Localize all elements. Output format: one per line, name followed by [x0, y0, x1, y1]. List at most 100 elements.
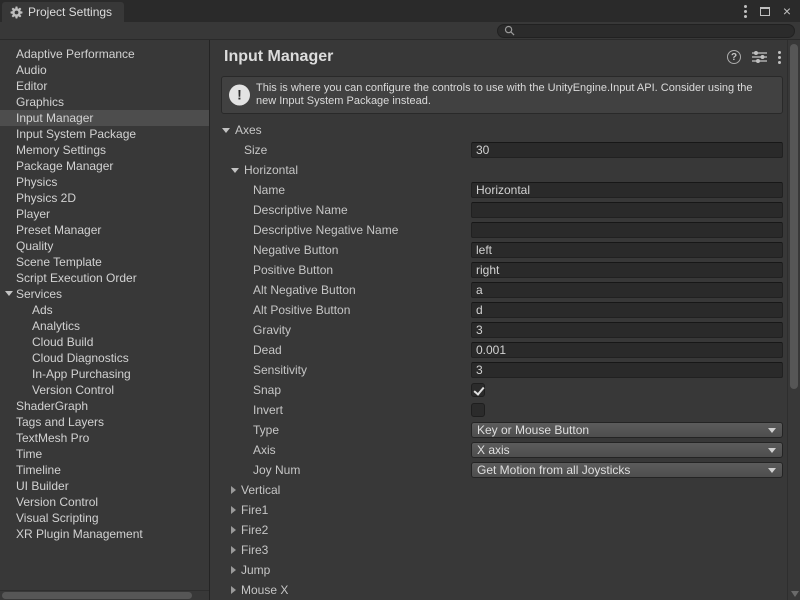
sidebar-item-input-system-package[interactable]: Input System Package [0, 126, 209, 142]
sidebar-item-player[interactable]: Player [0, 206, 209, 222]
foldout-label[interactable]: Jump [241, 563, 270, 577]
row-label-area: Gravity [210, 320, 291, 340]
descriptive-name-field[interactable] [471, 202, 783, 218]
axis-dropdown[interactable]: X axis [471, 442, 783, 458]
sidebar-item-preset-manager[interactable]: Preset Manager [0, 222, 209, 238]
row-label-area: Fire3 [210, 540, 268, 560]
sidebar-item-shadergraph[interactable]: ShaderGraph [0, 398, 209, 414]
descriptive-negative-name-field[interactable] [471, 222, 783, 238]
type-dropdown[interactable]: Key or Mouse Button [471, 422, 783, 438]
close-icon[interactable] [783, 4, 791, 18]
sidebar-item-label: UI Builder [16, 479, 69, 493]
foldout-label[interactable]: Fire3 [241, 543, 268, 557]
row-value: 3 [471, 322, 783, 338]
sidebar-item-visual-scripting[interactable]: Visual Scripting [0, 510, 209, 526]
row-descriptive-negative-name: Descriptive Negative Name [210, 220, 787, 240]
alt-positive-button-field[interactable]: d [471, 302, 783, 318]
row-label-area: Axis [210, 440, 276, 460]
positive-button-field[interactable]: right [471, 262, 783, 278]
resize-grip-icon[interactable] [791, 591, 799, 597]
sidebar-item-xr-plugin-management[interactable]: XR Plugin Management [0, 526, 209, 542]
indent-spacer [240, 210, 248, 211]
name-field[interactable]: Horizontal [471, 182, 783, 198]
foldout-label[interactable]: Vertical [241, 483, 280, 497]
row-value [471, 382, 783, 398]
invert-checkbox[interactable] [471, 403, 485, 417]
foldout-label[interactable]: Horizontal [244, 163, 298, 177]
sidebar-item-version-control[interactable]: Version Control [0, 494, 209, 510]
foldout-arrow-icon[interactable] [231, 168, 239, 173]
foldout-arrow-icon[interactable] [231, 486, 236, 494]
foldout-arrow-icon[interactable] [222, 128, 230, 133]
row-joy-num: Joy NumGet Motion from all Joysticks [210, 460, 787, 480]
sidebar-item-script-execution-order[interactable]: Script Execution Order [0, 270, 209, 286]
sidebar-item-ui-builder[interactable]: UI Builder [0, 478, 209, 494]
window-menu-icon[interactable] [744, 10, 747, 13]
sidebar-item-services[interactable]: Services [0, 286, 209, 302]
joy-num-dropdown[interactable]: Get Motion from all Joysticks [471, 462, 783, 478]
foldout-arrow-icon[interactable] [231, 566, 236, 574]
search-box[interactable] [497, 24, 795, 38]
presets-icon[interactable] [752, 51, 767, 63]
sidebar-item-timeline[interactable]: Timeline [0, 462, 209, 478]
sidebar-item-version-control[interactable]: Version Control [0, 382, 209, 398]
negative-button-field[interactable]: left [471, 242, 783, 258]
size-field[interactable]: 30 [471, 142, 783, 158]
sidebar-item-scene-template[interactable]: Scene Template [0, 254, 209, 270]
indent-spacer [240, 190, 248, 191]
indent-spacer [240, 230, 248, 231]
horizontal-scrollbar-thumb[interactable] [2, 592, 192, 599]
panel-header-icons [727, 50, 783, 64]
foldout-arrow-icon[interactable] [231, 506, 236, 514]
vertical-scrollbar[interactable] [787, 40, 800, 600]
row-label-area: Mouse X [210, 580, 288, 600]
sidebar-item-editor[interactable]: Editor [0, 78, 209, 94]
sidebar-item-input-manager[interactable]: Input Manager [0, 110, 209, 126]
row-vertical: Vertical [210, 480, 787, 500]
foldout-label[interactable]: Axes [235, 123, 262, 137]
row-label-area: Descriptive Negative Name [210, 220, 398, 240]
sidebar-item-physics-2d[interactable]: Physics 2D [0, 190, 209, 206]
sidebar-item-package-manager[interactable]: Package Manager [0, 158, 209, 174]
vertical-scrollbar-thumb[interactable] [790, 44, 798, 389]
foldout-arrow-icon[interactable] [231, 546, 236, 554]
sidebar-item-memory-settings[interactable]: Memory Settings [0, 142, 209, 158]
row-label-area: Snap [210, 380, 281, 400]
sidebar-item-textmesh-pro[interactable]: TextMesh Pro [0, 430, 209, 446]
foldout-arrow-icon[interactable] [231, 526, 236, 534]
sidebar-horizontal-scrollbar[interactable] [0, 590, 209, 600]
sidebar-item-tags-and-layers[interactable]: Tags and Layers [0, 414, 209, 430]
sidebar-item-graphics[interactable]: Graphics [0, 94, 209, 110]
sidebar-item-analytics[interactable]: Analytics [0, 318, 209, 334]
foldout-label[interactable]: Fire2 [241, 523, 268, 537]
foldout-label[interactable]: Mouse X [241, 583, 288, 597]
sidebar-item-adaptive-performance[interactable]: Adaptive Performance [0, 46, 209, 62]
tab-project-settings[interactable]: Project Settings [2, 2, 124, 22]
sidebar-item-list: Adaptive PerformanceAudioEditorGraphicsI… [0, 46, 209, 542]
more-options-icon[interactable] [778, 56, 781, 59]
snap-checkbox[interactable] [471, 383, 485, 397]
foldout-arrow-icon[interactable] [231, 586, 236, 594]
sidebar-item-time[interactable]: Time [0, 446, 209, 462]
search-input[interactable] [519, 25, 788, 37]
maximize-icon[interactable] [760, 7, 770, 16]
help-icon[interactable] [727, 50, 741, 64]
alt-negative-button-field[interactable]: a [471, 282, 783, 298]
sidebar-item-cloud-diagnostics[interactable]: Cloud Diagnostics [0, 350, 209, 366]
sidebar-item-ads[interactable]: Ads [0, 302, 209, 318]
foldout-arrow-icon[interactable] [5, 291, 13, 296]
field-label: Size [244, 143, 267, 157]
gravity-field[interactable]: 3 [471, 322, 783, 338]
sidebar-item-label: TextMesh Pro [16, 431, 89, 445]
sidebar-item-label: ShaderGraph [16, 399, 88, 413]
sidebar-item-physics[interactable]: Physics [0, 174, 209, 190]
sidebar-item-in-app-purchasing[interactable]: In-App Purchasing [0, 366, 209, 382]
foldout-label[interactable]: Fire1 [241, 503, 268, 517]
sidebar-item-quality[interactable]: Quality [0, 238, 209, 254]
sidebar-item-cloud-build[interactable]: Cloud Build [0, 334, 209, 350]
indent-spacer [240, 250, 248, 251]
dead-field[interactable]: 0.001 [471, 342, 783, 358]
sidebar-item-audio[interactable]: Audio [0, 62, 209, 78]
sensitivity-field[interactable]: 3 [471, 362, 783, 378]
window-controls [735, 0, 800, 22]
